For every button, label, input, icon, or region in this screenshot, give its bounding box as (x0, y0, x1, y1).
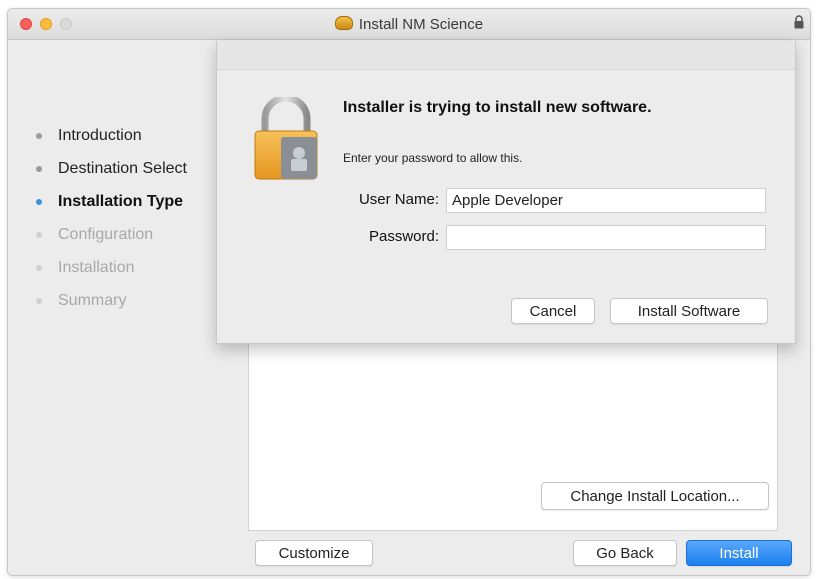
step-label: Configuration (58, 225, 154, 243)
window-title: Install NM Science (358, 16, 484, 33)
username-label: User Name: (358, 191, 439, 208)
step-bullet (36, 132, 42, 139)
step-bullet-current (36, 198, 42, 205)
go-back-button[interactable]: Go Back (573, 540, 677, 566)
username-field[interactable] (446, 188, 766, 213)
dialog-title: Installer is trying to install new softw… (343, 99, 652, 116)
authentication-dialog: Installer is trying to install new softw… (216, 41, 796, 344)
installer-window: Install NM Science Introduction Destinat… (7, 8, 811, 576)
password-label: Password: (368, 228, 439, 245)
step-installation: Installation (26, 251, 246, 284)
dialog-top-strip (217, 41, 795, 70)
step-label: Destination Select (58, 159, 187, 177)
step-label: Summary (58, 291, 127, 309)
install-button[interactable]: Install (686, 540, 792, 566)
lock-icon (254, 97, 318, 180)
title-bar[interactable]: Install NM Science (8, 9, 810, 40)
window-title-group: Install NM Science (8, 16, 810, 33)
step-label: Installation Type (58, 192, 184, 210)
password-field[interactable] (446, 225, 766, 250)
dialog-subtitle: Enter your password to allow this. (343, 151, 523, 165)
step-label: Installation (58, 258, 135, 276)
step-destination-select: Destination Select (26, 152, 246, 185)
step-installation-type: Installation Type (26, 185, 246, 218)
steps-sidebar: Introduction Destination Select Installa… (26, 119, 246, 317)
package-icon (334, 16, 353, 30)
change-install-location-button[interactable]: Change Install Location... (541, 482, 769, 510)
step-label: Introduction (58, 126, 142, 144)
install-software-button[interactable]: Install Software (610, 298, 768, 324)
cancel-button[interactable]: Cancel (511, 298, 595, 324)
step-configuration: Configuration (26, 218, 246, 251)
step-bullet (36, 297, 42, 304)
step-introduction: Introduction (26, 119, 246, 152)
lock-icon (794, 15, 804, 29)
step-bullet (36, 264, 42, 271)
customize-button[interactable]: Customize (255, 540, 373, 566)
step-bullet (36, 231, 42, 238)
step-summary: Summary (26, 284, 246, 317)
step-bullet (36, 165, 42, 172)
